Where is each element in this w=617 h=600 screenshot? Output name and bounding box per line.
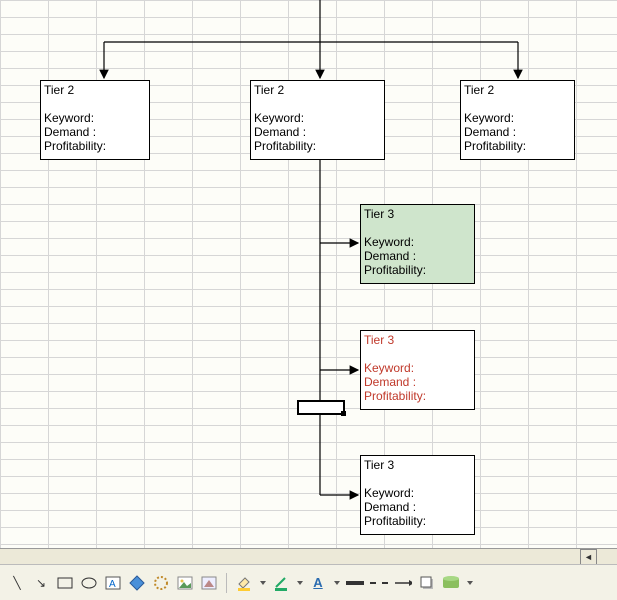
- node-title: Tier 2: [464, 83, 571, 97]
- fill-handle[interactable]: [341, 411, 346, 416]
- horizontal-scrollbar[interactable]: ◄: [0, 548, 617, 564]
- three-d-dropdown[interactable]: [466, 574, 473, 592]
- diagram-node-tier2-a[interactable]: Tier 2 Keyword: Demand : Profitability:: [40, 80, 150, 160]
- node-line: Profitability:: [254, 139, 381, 153]
- node-line: Profitability:: [364, 263, 471, 277]
- diagram-node-tier3-b[interactable]: Tier 3 Keyword: Demand : Profitability:: [360, 330, 475, 410]
- dash-style-icon[interactable]: [370, 574, 388, 592]
- node-line: Demand :: [364, 375, 471, 389]
- diagram-node-tier3-c[interactable]: Tier 3 Keyword: Demand : Profitability:: [360, 455, 475, 535]
- insert-picture-icon[interactable]: [176, 574, 194, 592]
- fill-color-dropdown[interactable]: [259, 574, 266, 592]
- diagram-node-tier3-a[interactable]: Tier 3 Keyword: Demand : Profitability:: [360, 204, 475, 284]
- node-line: Keyword:: [44, 111, 146, 125]
- node-line: Demand :: [254, 125, 381, 139]
- node-title: Tier 3: [364, 333, 471, 347]
- node-line: Profitability:: [464, 139, 571, 153]
- line-tool-icon[interactable]: ╲: [8, 574, 26, 592]
- font-color-icon[interactable]: A: [309, 574, 327, 592]
- node-line: Keyword:: [364, 361, 471, 375]
- rectangle-tool-icon[interactable]: [56, 574, 74, 592]
- node-title: Tier 3: [364, 458, 471, 472]
- node-line: Demand :: [364, 249, 471, 263]
- diagram-node-tier2-b[interactable]: Tier 2 Keyword: Demand : Profitability:: [250, 80, 385, 160]
- node-line: Profitability:: [364, 514, 471, 528]
- oval-tool-icon[interactable]: [80, 574, 98, 592]
- textbox-tool-icon[interactable]: A: [104, 574, 122, 592]
- svg-text:A: A: [109, 579, 116, 590]
- shadow-style-icon[interactable]: [418, 574, 436, 592]
- toolbar-separator: [226, 573, 227, 593]
- node-line: Keyword:: [364, 235, 471, 249]
- line-color-icon[interactable]: [272, 574, 290, 592]
- three-d-style-icon[interactable]: [442, 574, 460, 592]
- node-line: Demand :: [44, 125, 146, 139]
- node-line: Keyword:: [464, 111, 571, 125]
- node-title: Tier 2: [254, 83, 381, 97]
- node-title: Tier 3: [364, 207, 471, 221]
- node-line: Keyword:: [254, 111, 381, 125]
- selected-cell[interactable]: [297, 400, 345, 415]
- line-weight-icon[interactable]: [346, 574, 364, 592]
- node-line: Profitability:: [364, 389, 471, 403]
- node-line: Demand :: [364, 500, 471, 514]
- autoshape-icon[interactable]: [128, 574, 146, 592]
- arrow-tool-icon[interactable]: ↘: [32, 574, 50, 592]
- wordart-icon[interactable]: [152, 574, 170, 592]
- font-color-dropdown[interactable]: [333, 574, 340, 592]
- insert-clipart-icon[interactable]: [200, 574, 218, 592]
- drawing-toolbar: ╲ ↘ A A: [0, 564, 617, 600]
- line-color-dropdown[interactable]: [296, 574, 303, 592]
- arrow-style-icon[interactable]: [394, 574, 412, 592]
- scroll-left-button[interactable]: ◄: [580, 549, 597, 565]
- diagram-node-tier2-c[interactable]: Tier 2 Keyword: Demand : Profitability:: [460, 80, 575, 160]
- fill-color-icon[interactable]: [235, 574, 253, 592]
- node-line: Profitability:: [44, 139, 146, 153]
- node-line: Demand :: [464, 125, 571, 139]
- node-title: Tier 2: [44, 83, 146, 97]
- node-line: Keyword:: [364, 486, 471, 500]
